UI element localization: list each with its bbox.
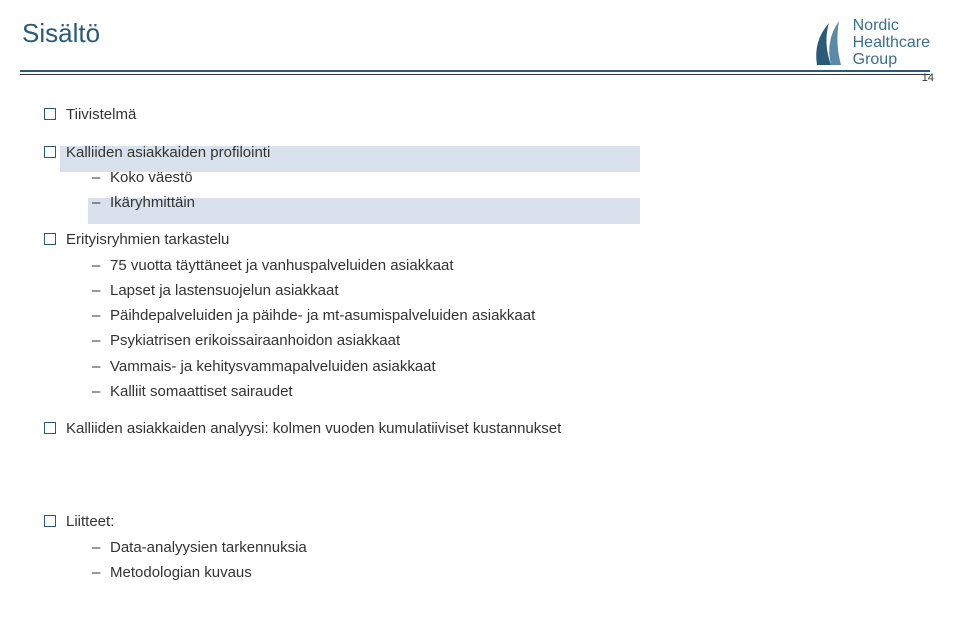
swoosh-icon bbox=[811, 19, 847, 67]
subitem-label: Lapset ja lastensuojelun asiakkaat bbox=[110, 282, 339, 299]
section-item: Liitteet: Data-analyysien tarkennuksia M… bbox=[44, 510, 930, 584]
title-divider bbox=[20, 70, 930, 72]
title-underline bbox=[20, 74, 930, 75]
section-label: Erityisryhmien tarkastelu bbox=[66, 231, 229, 248]
subitem-label: Koko väestö bbox=[110, 169, 193, 186]
logo-line: Group bbox=[853, 52, 930, 69]
logo-line: Healthcare bbox=[853, 35, 930, 52]
brand-logo: Nordic Healthcare Group bbox=[811, 18, 930, 68]
subitem: Kalliit somaattiset sairaudet bbox=[92, 380, 930, 403]
section-item: Kalliiden asiakkaiden analyysi: kolmen v… bbox=[44, 417, 930, 440]
section-item: Kalliiden asiakkaiden profilointi Koko v… bbox=[44, 141, 930, 215]
brand-text: Nordic Healthcare Group bbox=[853, 18, 930, 68]
page-title: Sisältö bbox=[20, 18, 100, 55]
logo-line: Nordic bbox=[853, 18, 930, 35]
subitem: Vammais- ja kehitysvammapalveluiden asia… bbox=[92, 355, 930, 378]
subitem: Psykiatrisen erikoissairaanhoidon asiakk… bbox=[92, 329, 930, 352]
subitem: 75 vuotta täyttäneet ja vanhuspalveluide… bbox=[92, 254, 930, 277]
section-item: Erityisryhmien tarkastelu 75 vuotta täyt… bbox=[44, 228, 930, 403]
section-item: Tiivistelmä bbox=[44, 103, 930, 126]
section-label: Tiivistelmä bbox=[66, 106, 136, 123]
section-label: Kalliiden asiakkaiden profilointi bbox=[66, 144, 270, 161]
subitem: Lapset ja lastensuojelun asiakkaat bbox=[92, 279, 930, 302]
subitem: Ikäryhmittäin bbox=[92, 191, 930, 214]
subitem-label: Metodologian kuvaus bbox=[110, 564, 252, 581]
subitem: Koko väestö bbox=[92, 166, 930, 189]
subitem-label: Päihdepalveluiden ja päihde- ja mt-asumi… bbox=[110, 307, 535, 324]
subitem-label: Kalliit somaattiset sairaudet bbox=[110, 383, 293, 400]
content-body: Tiivistelmä Kalliiden asiakkaiden profil… bbox=[44, 103, 930, 584]
subitem-label: 75 vuotta täyttäneet ja vanhuspalveluide… bbox=[110, 257, 454, 274]
subitem-label: Psykiatrisen erikoissairaanhoidon asiakk… bbox=[110, 332, 400, 349]
subitem: Data-analyysien tarkennuksia bbox=[92, 536, 930, 559]
section-label: Liitteet: bbox=[66, 513, 114, 530]
subitem: Metodologian kuvaus bbox=[92, 561, 930, 584]
page-number: 14 bbox=[922, 72, 934, 84]
subitem-label: Ikäryhmittäin bbox=[110, 194, 195, 211]
subitem: Päihdepalveluiden ja päihde- ja mt-asumi… bbox=[92, 304, 930, 327]
subitem-label: Data-analyysien tarkennuksia bbox=[110, 539, 307, 556]
subitem-label: Vammais- ja kehitysvammapalveluiden asia… bbox=[110, 358, 436, 375]
section-label: Kalliiden asiakkaiden analyysi: kolmen v… bbox=[66, 420, 561, 437]
